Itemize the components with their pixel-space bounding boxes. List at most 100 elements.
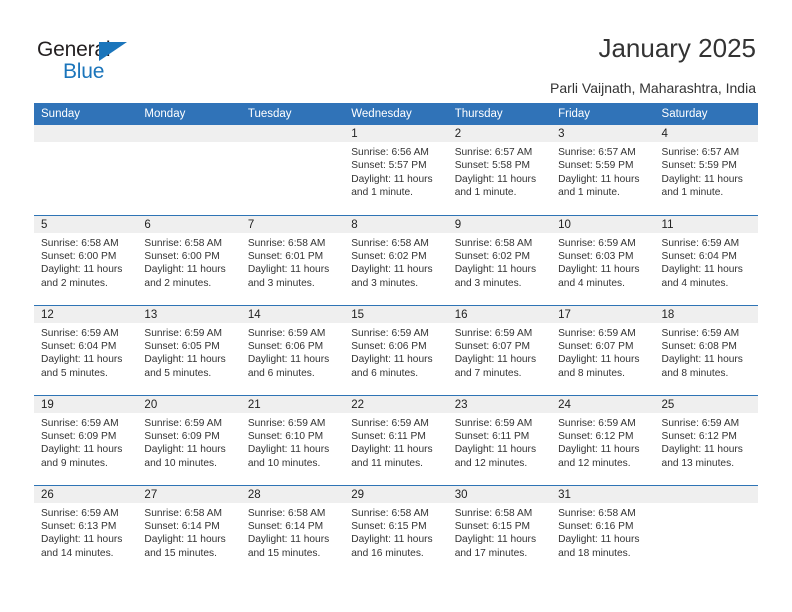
day-number: 28 xyxy=(240,485,345,503)
logo-triangle-icon xyxy=(99,42,127,61)
day-number: 23 xyxy=(447,395,552,413)
daylight-text-line1: Daylight: 11 hours xyxy=(454,173,537,185)
page-title: January 2025 xyxy=(598,33,756,63)
day-sun-info: Sunrise: 6:57 AM Sunset: 5:59 PM Daylight:… xyxy=(655,142,758,200)
daylight-text-line2: and 12 minutes. xyxy=(454,457,528,469)
calendar-day-cell[interactable]: 12 Sunrise: 6:59 AM Sunset: 6:04 PM Dayligh… xyxy=(34,304,138,395)
day-sun-info: Sunrise: 6:58 AM Sunset: 6:15 PM Daylight:… xyxy=(448,503,551,561)
sunset-text: Sunset: 6:12 PM xyxy=(558,430,634,442)
calendar-body: 1 Sunrise: 6:56 AM Sunset: 5:57 PM Daylight… xyxy=(34,125,758,575)
calendar-day-cell[interactable]: 19 Sunrise: 6:59 AM Sunset: 6:09 PM Dayligh… xyxy=(34,394,138,485)
day-number: 16 xyxy=(447,305,552,323)
sunset-text: Sunset: 6:09 PM xyxy=(41,430,117,442)
logo-text-blue: Blue xyxy=(63,60,105,83)
sunrise-text: Sunrise: 6:59 AM xyxy=(351,327,429,339)
sunrise-text: Sunrise: 6:58 AM xyxy=(454,507,533,519)
calendar-day-cell[interactable]: 11 Sunrise: 6:59 AM Sunset: 6:04 PM Dayligh… xyxy=(654,214,758,305)
sunset-text: Sunset: 6:14 PM xyxy=(247,520,324,532)
calendar-day-cell[interactable]: 2 Sunrise: 6:57 AM Sunset: 5:58 PM Daylight… xyxy=(447,125,552,215)
daylight-text-line1: Daylight: 11 hours xyxy=(144,444,226,456)
daylight-text-line2: and 5 minutes. xyxy=(144,367,212,379)
general-blue-logo[interactable]: General Blue xyxy=(37,38,167,84)
day-number: 4 xyxy=(654,125,758,142)
sunset-text: Sunset: 5:57 PM xyxy=(351,160,427,172)
day-number: 14 xyxy=(240,305,345,323)
calendar-day-cell[interactable]: 28 Sunrise: 6:58 AM Sunset: 6:14 PM Dayligh… xyxy=(240,484,345,575)
day-sun-info: Sunrise: 6:58 AM Sunset: 6:00 PM Daylight:… xyxy=(34,233,137,291)
calendar-day-cell[interactable]: 5 Sunrise: 6:58 AM Sunset: 6:00 PM Daylight… xyxy=(34,214,138,305)
daylight-text-line1: Daylight: 11 hours xyxy=(351,173,433,185)
weekday-header-monday: Monday xyxy=(137,103,241,125)
daylight-text-line2: and 5 minutes. xyxy=(41,367,108,379)
day-sun-info: Sunrise: 6:59 AM Sunset: 6:03 PM Daylight:… xyxy=(551,233,654,291)
calendar-table: Sunday Monday Tuesday Wednesday Thursday Frid… xyxy=(34,103,758,575)
calendar-day-cell[interactable]: 1 Sunrise: 6:56 AM Sunset: 5:57 PM Daylight… xyxy=(344,125,448,215)
sunrise-text: Sunrise: 6:59 AM xyxy=(144,417,223,429)
sunrise-text: Sunrise: 6:58 AM xyxy=(351,507,429,519)
calendar-day-cell[interactable]: 20 Sunrise: 6:59 AM Sunset: 6:09 PM Dayligh… xyxy=(137,394,241,485)
calendar-day-cell[interactable]: 4 Sunrise: 6:57 AM Sunset: 5:59 PM Daylight… xyxy=(654,125,758,215)
sunrise-text: Sunrise: 6:58 AM xyxy=(247,237,326,249)
sunrise-text: Sunrise: 6:58 AM xyxy=(144,237,223,249)
sunset-text: Sunset: 6:03 PM xyxy=(558,250,634,262)
daylight-text-line2: and 3 minutes. xyxy=(247,277,315,289)
calendar-day-cell-empty xyxy=(654,484,758,575)
calendar-day-cell[interactable]: 10 Sunrise: 6:59 AM Sunset: 6:03 PM Dayligh… xyxy=(551,214,655,305)
sunrise-text: Sunrise: 6:59 AM xyxy=(661,237,740,249)
calendar-day-cell[interactable]: 29 Sunrise: 6:58 AM Sunset: 6:15 PM Dayligh… xyxy=(344,484,448,575)
calendar-day-cell[interactable]: 26 Sunrise: 6:59 AM Sunset: 6:13 PM Dayligh… xyxy=(34,484,138,575)
day-sun-info: Sunrise: 6:58 AM Sunset: 6:01 PM Daylight:… xyxy=(241,233,344,291)
day-sun-info: Sunrise: 6:58 AM Sunset: 6:15 PM Daylight:… xyxy=(344,503,447,561)
day-number: 19 xyxy=(34,395,138,413)
sunrise-text: Sunrise: 6:59 AM xyxy=(558,327,636,339)
daylight-text-line1: Daylight: 11 hours xyxy=(351,444,433,456)
daylight-text-line2: and 1 minute. xyxy=(661,187,724,199)
daylight-text-line2: and 3 minutes. xyxy=(351,277,419,289)
sunset-text: Sunset: 6:04 PM xyxy=(661,250,737,262)
calendar-week-row: 1 Sunrise: 6:56 AM Sunset: 5:57 PM Daylight… xyxy=(34,125,758,215)
daylight-text-line1: Daylight: 11 hours xyxy=(558,264,640,276)
calendar-day-cell[interactable]: 16 Sunrise: 6:59 AM Sunset: 6:07 PM Dayligh… xyxy=(447,304,552,395)
calendar-day-cell[interactable]: 21 Sunrise: 6:59 AM Sunset: 6:10 PM Dayligh… xyxy=(240,394,345,485)
calendar-day-cell[interactable]: 25 Sunrise: 6:59 AM Sunset: 6:12 PM Dayligh… xyxy=(654,394,758,485)
sunset-text: Sunset: 6:15 PM xyxy=(351,520,427,532)
daylight-text-line2: and 10 minutes. xyxy=(144,457,217,469)
calendar-day-cell[interactable]: 24 Sunrise: 6:59 AM Sunset: 6:12 PM Dayligh… xyxy=(551,394,655,485)
day-number xyxy=(654,485,758,503)
daylight-text-line1: Daylight: 11 hours xyxy=(661,444,743,456)
daylight-text-line1: Daylight: 11 hours xyxy=(41,534,123,546)
calendar-day-cell[interactable]: 22 Sunrise: 6:59 AM Sunset: 6:11 PM Dayligh… xyxy=(344,394,448,485)
calendar-day-cell[interactable]: 31 Sunrise: 6:58 AM Sunset: 6:16 PM Dayligh… xyxy=(551,484,655,575)
day-sun-info: Sunrise: 6:57 AM Sunset: 5:59 PM Daylight:… xyxy=(551,142,654,200)
calendar-day-cell[interactable]: 8 Sunrise: 6:58 AM Sunset: 6:02 PM Daylight… xyxy=(344,214,448,305)
day-sun-info: Sunrise: 6:59 AM Sunset: 6:06 PM Daylight:… xyxy=(344,323,447,381)
calendar-header-row: Sunday Monday Tuesday Wednesday Thursday Frid… xyxy=(34,103,758,125)
calendar-page: General Blue January 2025 Parli Vaijnath… xyxy=(0,0,792,612)
sunset-text: Sunset: 6:11 PM xyxy=(454,430,530,442)
sunrise-text: Sunrise: 6:59 AM xyxy=(454,327,533,339)
daylight-text-line2: and 9 minutes. xyxy=(41,457,108,469)
day-sun-info: Sunrise: 6:59 AM Sunset: 6:13 PM Daylight:… xyxy=(34,503,137,561)
sunset-text: Sunset: 6:00 PM xyxy=(144,250,220,262)
calendar-day-cell[interactable]: 17 Sunrise: 6:59 AM Sunset: 6:07 PM Dayligh… xyxy=(551,304,655,395)
sunrise-text: Sunrise: 6:59 AM xyxy=(558,237,636,249)
calendar-day-cell[interactable]: 30 Sunrise: 6:58 AM Sunset: 6:15 PM Dayligh… xyxy=(447,484,552,575)
calendar-day-cell[interactable]: 13 Sunrise: 6:59 AM Sunset: 6:05 PM Dayligh… xyxy=(137,304,241,395)
calendar-day-cell[interactable]: 14 Sunrise: 6:59 AM Sunset: 6:06 PM Dayligh… xyxy=(240,304,345,395)
calendar-day-cell[interactable]: 18 Sunrise: 6:59 AM Sunset: 6:08 PM Dayligh… xyxy=(654,304,758,395)
calendar-day-cell[interactable]: 23 Sunrise: 6:59 AM Sunset: 6:11 PM Dayligh… xyxy=(447,394,552,485)
day-sun-info: Sunrise: 6:59 AM Sunset: 6:11 PM Daylight:… xyxy=(448,413,551,471)
daylight-text-line1: Daylight: 11 hours xyxy=(454,354,537,366)
calendar-day-cell[interactable]: 9 Sunrise: 6:58 AM Sunset: 6:02 PM Daylight… xyxy=(447,214,552,305)
calendar-day-cell[interactable]: 15 Sunrise: 6:59 AM Sunset: 6:06 PM Dayligh… xyxy=(344,304,448,395)
sunrise-text: Sunrise: 6:57 AM xyxy=(558,147,636,158)
calendar-day-cell[interactable]: 7 Sunrise: 6:58 AM Sunset: 6:01 PM Daylight… xyxy=(240,214,345,305)
daylight-text-line1: Daylight: 11 hours xyxy=(351,354,433,366)
calendar-day-cell[interactable]: 27 Sunrise: 6:58 AM Sunset: 6:14 PM Dayligh… xyxy=(137,484,241,575)
day-sun-info: Sunrise: 6:59 AM Sunset: 6:07 PM Daylight:… xyxy=(448,323,551,381)
day-number: 18 xyxy=(654,305,758,323)
day-number: 29 xyxy=(344,485,448,503)
calendar-day-cell[interactable]: 3 Sunrise: 6:57 AM Sunset: 5:59 PM Daylight… xyxy=(551,125,655,215)
calendar-day-cell[interactable]: 6 Sunrise: 6:58 AM Sunset: 6:00 PM Daylight… xyxy=(137,214,241,305)
day-number: 21 xyxy=(240,395,345,413)
